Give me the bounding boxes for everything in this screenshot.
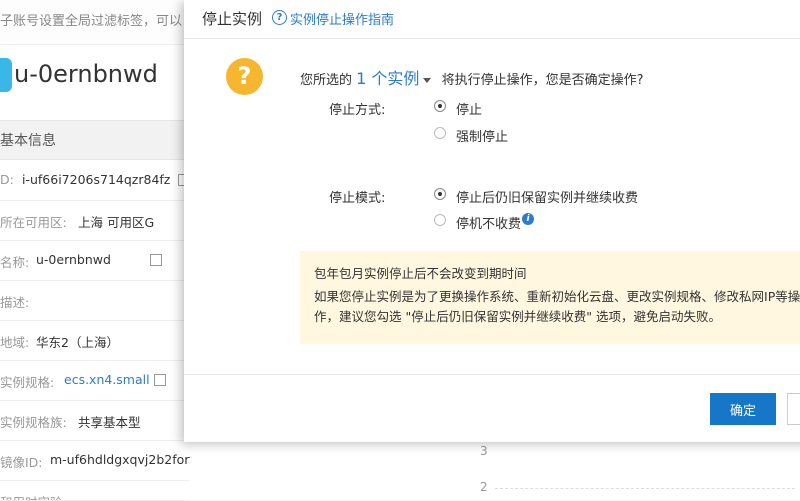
info-row-id: D: i-uf66i7206s714qzr84fz: [0, 160, 190, 201]
row-label: 描述:: [0, 295, 30, 310]
section-title: 基本信息: [0, 133, 56, 149]
row-value: 上海 可用区G: [78, 215, 155, 230]
row-value: 共享基本型: [78, 415, 141, 430]
info-row-more: 和用时实验:: [0, 480, 190, 501]
confirm-question: 您所选的 1 个实例 将执行停止操作，您是否确定操作?: [300, 65, 643, 89]
question-suffix: 将执行停止操作，您是否确定操作?: [441, 73, 644, 88]
instance-count-dropdown[interactable]: 1 个实例: [356, 69, 419, 88]
basic-info-section: 基本信息: [0, 120, 190, 160]
radio-label-wrap: 停机不收费 i: [456, 213, 535, 232]
radio-label: 停止后仍旧保留实例并继续收费: [456, 191, 639, 206]
row-label: D:: [0, 172, 14, 187]
chevron-down-icon[interactable]: [423, 78, 432, 83]
confirm-button[interactable]: 确定: [710, 393, 776, 425]
axis-tick-label: 3: [480, 444, 488, 458]
radio-label: 强制停止: [456, 130, 509, 145]
radio-button-checked[interactable]: [434, 188, 446, 200]
filter-tip: 子账号设置全局过滤标签，可以: [0, 0, 190, 45]
stop-mode-label: 停止模式:: [329, 191, 386, 206]
row-label: 实例规格族:: [0, 415, 67, 430]
info-row-region: 地域: 华东2（上海）: [0, 320, 190, 361]
axis-tick-label: 2: [480, 480, 488, 494]
stop-instance-dialog: 停止实例 ? 实例停止操作指南 ? 您所选的 1 个实例 将执行停止操作，您是否…: [184, 0, 800, 442]
instance-icon: [0, 58, 12, 92]
radio-button[interactable]: [434, 214, 446, 226]
row-label: 实例规格:: [0, 375, 55, 390]
footer-divider: [184, 374, 800, 375]
cancel-button[interactable]: [787, 393, 800, 425]
radio-label: 停止: [456, 103, 483, 118]
info-row-image-id: 镜像ID: m-uf6hdldgxqvj2b2forf2: [0, 440, 190, 481]
info-icon[interactable]: i: [522, 213, 535, 225]
row-label: 地域:: [0, 335, 30, 350]
row-label: 名称:: [0, 255, 30, 270]
instance-spec-link[interactable]: ecs.xn4.small: [64, 372, 150, 387]
dialog-title: 停止实例: [202, 10, 263, 28]
info-row-description: 描述:: [0, 280, 190, 321]
help-icon[interactable]: ?: [272, 10, 287, 25]
notice-title: 包年包月实例停止后不会改变到期时间: [314, 266, 527, 281]
copy-icon[interactable]: [150, 251, 165, 266]
info-row-name: 名称: u-0ernbnwd: [0, 240, 190, 281]
info-row-spec: 实例规格: ecs.xn4.small: [0, 360, 190, 401]
notice-body: 如果您停止实例是为了更换操作系统、重新初始化云盘、更改实例规格、修改私网IP等操…: [314, 289, 800, 324]
info-row-spec-family: 实例规格族: 共享基本型: [0, 400, 190, 441]
row-value: u-0ernbnwd: [36, 252, 111, 267]
instance-header: u-0ernbnwd: [0, 56, 190, 96]
row-value: m-uf6hdldgxqvj2b2forf2: [50, 452, 190, 467]
row-label: 所在可用区:: [0, 215, 67, 230]
row-value: 华东2（上海）: [36, 335, 119, 350]
monitor-chart-area: [190, 440, 800, 500]
stop-method-label: 停止方式:: [329, 103, 386, 118]
dialog-header: 停止实例 ? 实例停止操作指南: [184, 0, 800, 39]
question-prefix: 您所选的: [300, 73, 353, 88]
radio-label: 停机不收费: [456, 217, 522, 232]
question-icon: ?: [226, 58, 263, 95]
copy-icon[interactable]: [154, 371, 169, 386]
notice-box: 包年包月实例停止后不会改变到期时间 如果您停止实例是为了更换操作系统、重新初始化…: [300, 251, 800, 344]
row-value: i-uf66i7206s714qzr84fz: [22, 172, 171, 187]
row-label: 镜像ID:: [0, 455, 43, 470]
stop-guide-link[interactable]: 实例停止操作指南: [290, 9, 394, 28]
radio-button[interactable]: [434, 127, 446, 139]
instance-title: u-0ernbnwd: [14, 60, 158, 88]
info-row-zone: 所在可用区: 上海 可用区G: [0, 200, 190, 241]
radio-button-checked[interactable]: [434, 100, 446, 112]
grid-line: [495, 488, 795, 489]
